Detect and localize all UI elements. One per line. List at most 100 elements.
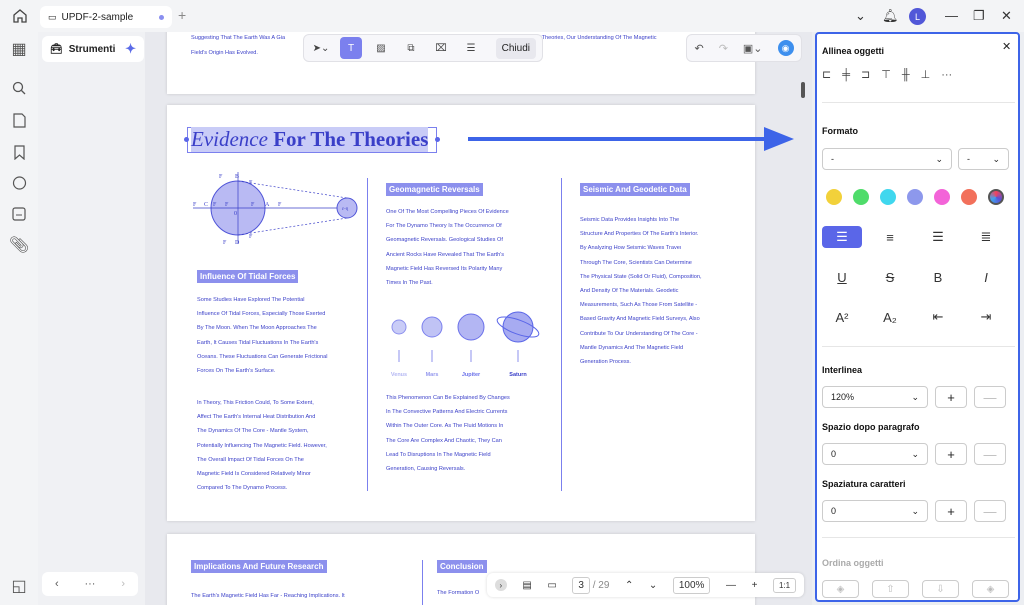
- close-editing-button[interactable]: Chiudi: [495, 37, 536, 59]
- next-page-heading2[interactable]: Conclusion: [437, 560, 487, 573]
- more-icon[interactable]: ···: [84, 578, 95, 590]
- line-spacing-select[interactable]: 120% ⌄: [822, 386, 928, 408]
- col1-paragraph2[interactable]: In Theory, This Friction Could, To Some …: [197, 396, 327, 495]
- align-left-icon[interactable]: ⊏: [822, 68, 831, 81]
- align-middle-icon[interactable]: ╫: [902, 69, 910, 81]
- strumenti-button[interactable]: 🧰︎ Strumenti ✦: [42, 36, 144, 62]
- vertical-scrollbar[interactable]: [801, 82, 805, 98]
- send-back-icon[interactable]: ◈: [972, 580, 1009, 598]
- font-size-select[interactable]: - ⌄: [958, 148, 1009, 170]
- form-icon[interactable]: [10, 205, 28, 223]
- line-spacing-increase[interactable]: +: [935, 386, 967, 408]
- image-tool-icon[interactable]: ▨: [370, 37, 392, 59]
- col2-paragraph2[interactable]: This Phenomenon Can Be Explained By Chan…: [386, 391, 510, 476]
- sparkle-icon[interactable]: ✦: [125, 41, 136, 57]
- reading-mode-icon[interactable]: ▤: [522, 580, 531, 591]
- send-backward-icon[interactable]: ⇩: [922, 580, 959, 598]
- zoom-level[interactable]: 100%: [672, 576, 711, 594]
- next-page-line1[interactable]: The Earth's Magnetic Field Has Far - Rea…: [191, 589, 345, 603]
- align-top-icon[interactable]: ⊤: [881, 68, 891, 81]
- italic-icon[interactable]: I: [966, 266, 1006, 288]
- grid-icon[interactable]: ▦: [10, 40, 28, 58]
- bell-icon[interactable]: 🔔︎: [882, 8, 899, 24]
- color-swatch-yellow[interactable]: [826, 189, 842, 205]
- color-swatch-pink[interactable]: [934, 189, 950, 205]
- text-align-center-icon[interactable]: ≡: [870, 226, 910, 248]
- align-right-icon[interactable]: ⊐: [861, 68, 870, 81]
- underline-icon[interactable]: U: [822, 266, 862, 288]
- page-up-icon[interactable]: ⌃: [625, 580, 633, 591]
- home-icon[interactable]: [12, 8, 28, 24]
- col3-heading[interactable]: Seismic And Geodetic Data: [580, 183, 690, 196]
- zoom-in-icon[interactable]: +: [752, 580, 758, 591]
- page-number-input[interactable]: 3: [572, 576, 590, 594]
- bold-icon[interactable]: B: [918, 266, 958, 288]
- bring-front-icon[interactable]: ◈: [822, 580, 859, 598]
- col1-paragraph1[interactable]: Some Studies Have Explored The Potential…: [197, 293, 327, 378]
- search-icon[interactable]: [10, 79, 28, 97]
- undo-icon[interactable]: ↶: [694, 42, 703, 55]
- close-panel-icon[interactable]: ✕: [1002, 40, 1011, 53]
- ai-assistant-icon[interactable]: ◉: [777, 40, 794, 56]
- fit-page-icon[interactable]: 1:1: [772, 577, 797, 593]
- color-picker[interactable]: [988, 189, 1004, 205]
- next-icon[interactable]: ›: [121, 578, 125, 590]
- color-swatch-green[interactable]: [853, 189, 869, 205]
- font-family-select[interactable]: - ⌄: [822, 148, 952, 170]
- superscript-icon[interactable]: A²: [822, 306, 862, 328]
- col3-paragraph1[interactable]: Seismic Data Provides Insights Into The S…: [580, 213, 702, 369]
- settings-tool-icon[interactable]: ☰: [460, 37, 482, 59]
- bring-forward-icon[interactable]: ⇧: [872, 580, 909, 598]
- redo-icon[interactable]: ↷: [719, 42, 728, 55]
- col2-heading[interactable]: Geomagnetic Reversals: [386, 183, 483, 196]
- color-swatch-cyan[interactable]: [880, 189, 896, 205]
- new-tab-button[interactable]: +: [178, 7, 186, 23]
- comment-icon[interactable]: [10, 174, 28, 192]
- next-page-heading1[interactable]: Implications And Future Research: [191, 560, 327, 573]
- zoom-out-icon[interactable]: —: [726, 580, 736, 591]
- restore-button[interactable]: ❐: [973, 8, 985, 24]
- next-page-line2[interactable]: The Formation O: [437, 586, 479, 600]
- align-bottom-icon[interactable]: ⊥: [921, 68, 931, 81]
- page-icon[interactable]: [10, 111, 28, 129]
- char-spacing-increase[interactable]: +: [935, 500, 967, 522]
- paragraph-spacing-decrease[interactable]: —: [974, 443, 1006, 465]
- increase-indent-icon[interactable]: ⇥: [966, 306, 1006, 328]
- strikethrough-icon[interactable]: S: [870, 266, 910, 288]
- paragraph-spacing-increase[interactable]: +: [935, 443, 967, 465]
- link-tool-icon[interactable]: ⧉: [400, 37, 422, 59]
- page-down-icon[interactable]: ⌄: [649, 580, 657, 591]
- paragraph-spacing-select[interactable]: 0 ⌄: [822, 443, 928, 465]
- expand-icon[interactable]: ›: [494, 579, 507, 591]
- prev-icon[interactable]: ‹: [55, 578, 59, 590]
- color-swatch-orange[interactable]: [961, 189, 977, 205]
- text-align-right-icon[interactable]: ☰: [918, 226, 958, 248]
- stamp-tool-icon[interactable]: ⌧: [430, 37, 452, 59]
- text-justify-icon[interactable]: ≣: [966, 226, 1006, 248]
- minimize-button[interactable]: —: [945, 8, 958, 23]
- char-spacing-decrease[interactable]: —: [974, 500, 1006, 522]
- line-spacing-decrease[interactable]: —: [974, 386, 1006, 408]
- decrease-indent-icon[interactable]: ⇤: [918, 306, 958, 328]
- bookmark-icon[interactable]: [10, 143, 28, 161]
- selection-handle-left[interactable]: [184, 137, 189, 142]
- char-spacing-select[interactable]: 0 ⌄: [822, 500, 928, 522]
- document-tab[interactable]: ▭ UPDF-2-sample: [40, 6, 172, 28]
- align-center-icon[interactable]: ╪: [842, 69, 850, 81]
- close-window-button[interactable]: ✕: [1001, 8, 1012, 24]
- attachment-icon[interactable]: 📎︎: [9, 236, 29, 254]
- more-align-icon[interactable]: ···: [941, 69, 952, 81]
- selection-handle-right[interactable]: [435, 137, 440, 142]
- chevron-down-icon[interactable]: ⌄: [855, 8, 866, 24]
- layers-icon[interactable]: ◱: [10, 577, 28, 595]
- avatar[interactable]: L: [909, 8, 926, 25]
- text-tool-icon[interactable]: T: [340, 37, 362, 59]
- save-icon[interactable]: ▣⌄: [743, 42, 763, 55]
- subscript-icon[interactable]: A₂: [870, 306, 910, 328]
- text-align-left-icon[interactable]: ☰: [822, 226, 862, 248]
- color-swatch-blue[interactable]: [907, 189, 923, 205]
- page-title[interactable]: Evidence For The Theories: [191, 127, 429, 152]
- col1-heading[interactable]: Influence Of Tidal Forces: [197, 270, 299, 283]
- col2-paragraph1[interactable]: One Of The Most Compelling Pieces Of Evi…: [386, 205, 509, 290]
- presentation-icon[interactable]: ▭: [547, 580, 556, 591]
